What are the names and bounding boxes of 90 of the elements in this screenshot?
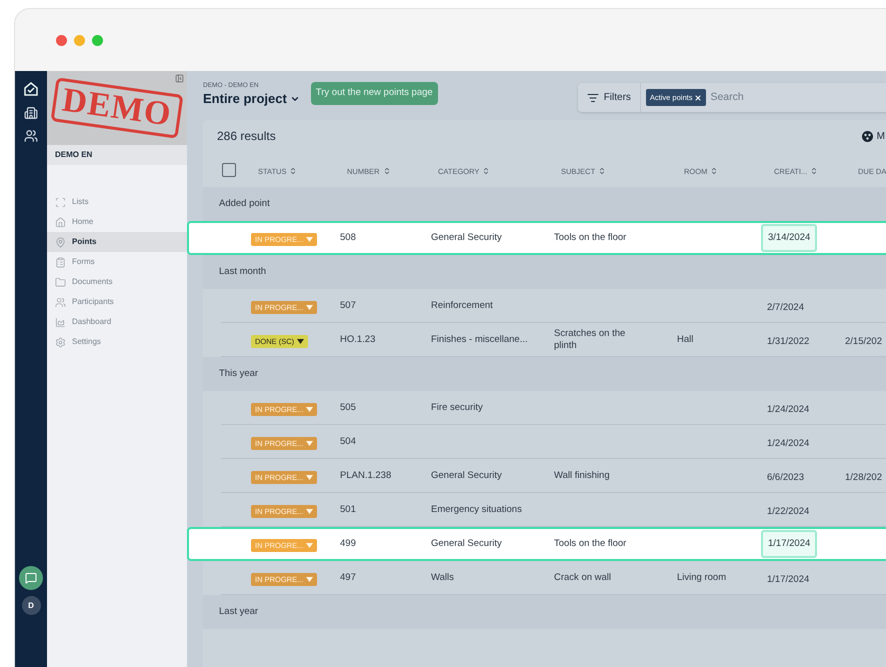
results-count: 286 results <box>217 128 276 145</box>
settings-icon <box>55 336 66 348</box>
people-icon <box>55 296 66 308</box>
date-highlight: 3/14/2024 <box>761 224 818 252</box>
table-cell: Tools on the floor <box>554 232 626 243</box>
caret-icon <box>306 237 314 242</box>
search-field[interactable]: Search <box>710 90 886 106</box>
demo-stamp: DEMO <box>50 77 184 139</box>
table-cell: 499 <box>340 538 356 549</box>
group-label: This year <box>219 366 258 381</box>
table-cell: 1/28/202 <box>845 472 882 482</box>
table-cell: Walls <box>431 572 454 582</box>
table-cell: Hall <box>677 334 694 344</box>
nav-item[interactable]: Documents <box>47 272 187 292</box>
table-cell: General Security <box>431 232 502 243</box>
sort-icon <box>382 167 391 176</box>
caret-icon <box>306 406 314 412</box>
table-cell: Wall finishing <box>554 470 610 480</box>
menu-label[interactable]: M <box>876 128 885 144</box>
table-cell: PLAN.1.238 <box>340 470 392 480</box>
group-label: Added point <box>219 196 270 211</box>
filter-icon <box>586 92 599 104</box>
people-icon[interactable] <box>24 129 38 143</box>
table-cell-text: 1/22/2024 <box>766 504 810 518</box>
collapse-icon[interactable] <box>175 74 184 83</box>
buildings-icon[interactable] <box>24 106 38 120</box>
table-cell-text: 1/24/2024 <box>766 436 810 450</box>
nav-item[interactable]: Forms <box>47 252 187 272</box>
user-avatar[interactable]: D <box>22 596 40 615</box>
sort-icon <box>810 167 818 176</box>
table-cell: 2/15/202 <box>845 336 882 346</box>
caret-icon <box>306 440 314 446</box>
project-selector[interactable]: Entire project <box>203 91 300 107</box>
folder-icon <box>55 276 66 288</box>
select-all-checkbox[interactable] <box>222 162 236 176</box>
nav-item[interactable]: Home <box>47 212 187 232</box>
table-cell-text: 6/6/2023 <box>766 470 805 484</box>
table-cell: Fire security <box>431 402 483 412</box>
table-cell: HO.1.23 <box>340 334 376 344</box>
table-cell: Scratches on the plinth <box>554 328 626 350</box>
table-cell: Reinforcement <box>431 300 493 310</box>
table-cell: 507 <box>340 300 356 310</box>
caret-icon <box>306 576 314 582</box>
table-cell: Living room <box>677 572 726 582</box>
table-cell: Crack on wall <box>554 572 612 582</box>
table-cell: 504 <box>340 436 356 446</box>
close-icon[interactable] <box>694 94 702 102</box>
dropdown-icon <box>290 94 300 104</box>
house-check-icon[interactable] <box>23 81 39 97</box>
group-label: Last month <box>219 264 266 279</box>
caret-icon <box>306 304 314 310</box>
table-cell: Finishes - miscellane... <box>431 334 528 344</box>
clipboard-icon <box>55 256 66 268</box>
table-cell: 505 <box>340 402 356 412</box>
table-cell: Tools on the floor <box>554 538 626 549</box>
date-highlight: 1/17/2024 <box>761 530 818 558</box>
nav-item[interactable]: Participants <box>47 292 187 312</box>
table-cell-text: 2/7/2024 <box>766 300 805 314</box>
chat-icon <box>25 572 37 584</box>
table-cell: General Security <box>431 538 502 549</box>
nav-item[interactable]: Dashboard <box>47 312 187 332</box>
nav-item[interactable]: Points <box>47 232 187 252</box>
caret-icon <box>306 508 314 514</box>
nav-item[interactable]: Lists <box>47 192 187 212</box>
pin-icon <box>55 236 66 248</box>
table-cell-text: 1/31/2022 <box>766 334 810 348</box>
table-cell: 501 <box>340 504 356 514</box>
sort-icon <box>710 167 718 176</box>
table-cell: Emergency situations <box>431 504 522 514</box>
table-cell: General Security <box>431 470 502 480</box>
table-cell: 508 <box>340 232 356 243</box>
group-label: Last year <box>219 604 258 619</box>
project-name: DEMO EN <box>55 149 92 161</box>
table-cell-text: 1/24/2024 <box>766 402 810 416</box>
home-icon <box>55 216 66 228</box>
brackets-icon <box>55 196 66 208</box>
promo-button[interactable]: Try out the new points page <box>310 82 438 105</box>
table-cell: 497 <box>340 572 356 582</box>
caret-icon <box>297 338 304 344</box>
sort-icon <box>289 167 298 176</box>
sort-icon <box>598 167 606 176</box>
dotted-circle-icon[interactable] <box>862 130 873 142</box>
table-cell-text: 1/17/2024 <box>766 572 810 586</box>
nav-item[interactable]: Settings <box>47 332 187 352</box>
filters-button[interactable]: Filters <box>578 83 641 112</box>
caret-icon <box>306 474 314 480</box>
caret-icon <box>306 543 314 548</box>
chat-button[interactable] <box>19 566 43 590</box>
sort-icon <box>482 167 490 176</box>
chart-icon <box>55 316 66 328</box>
